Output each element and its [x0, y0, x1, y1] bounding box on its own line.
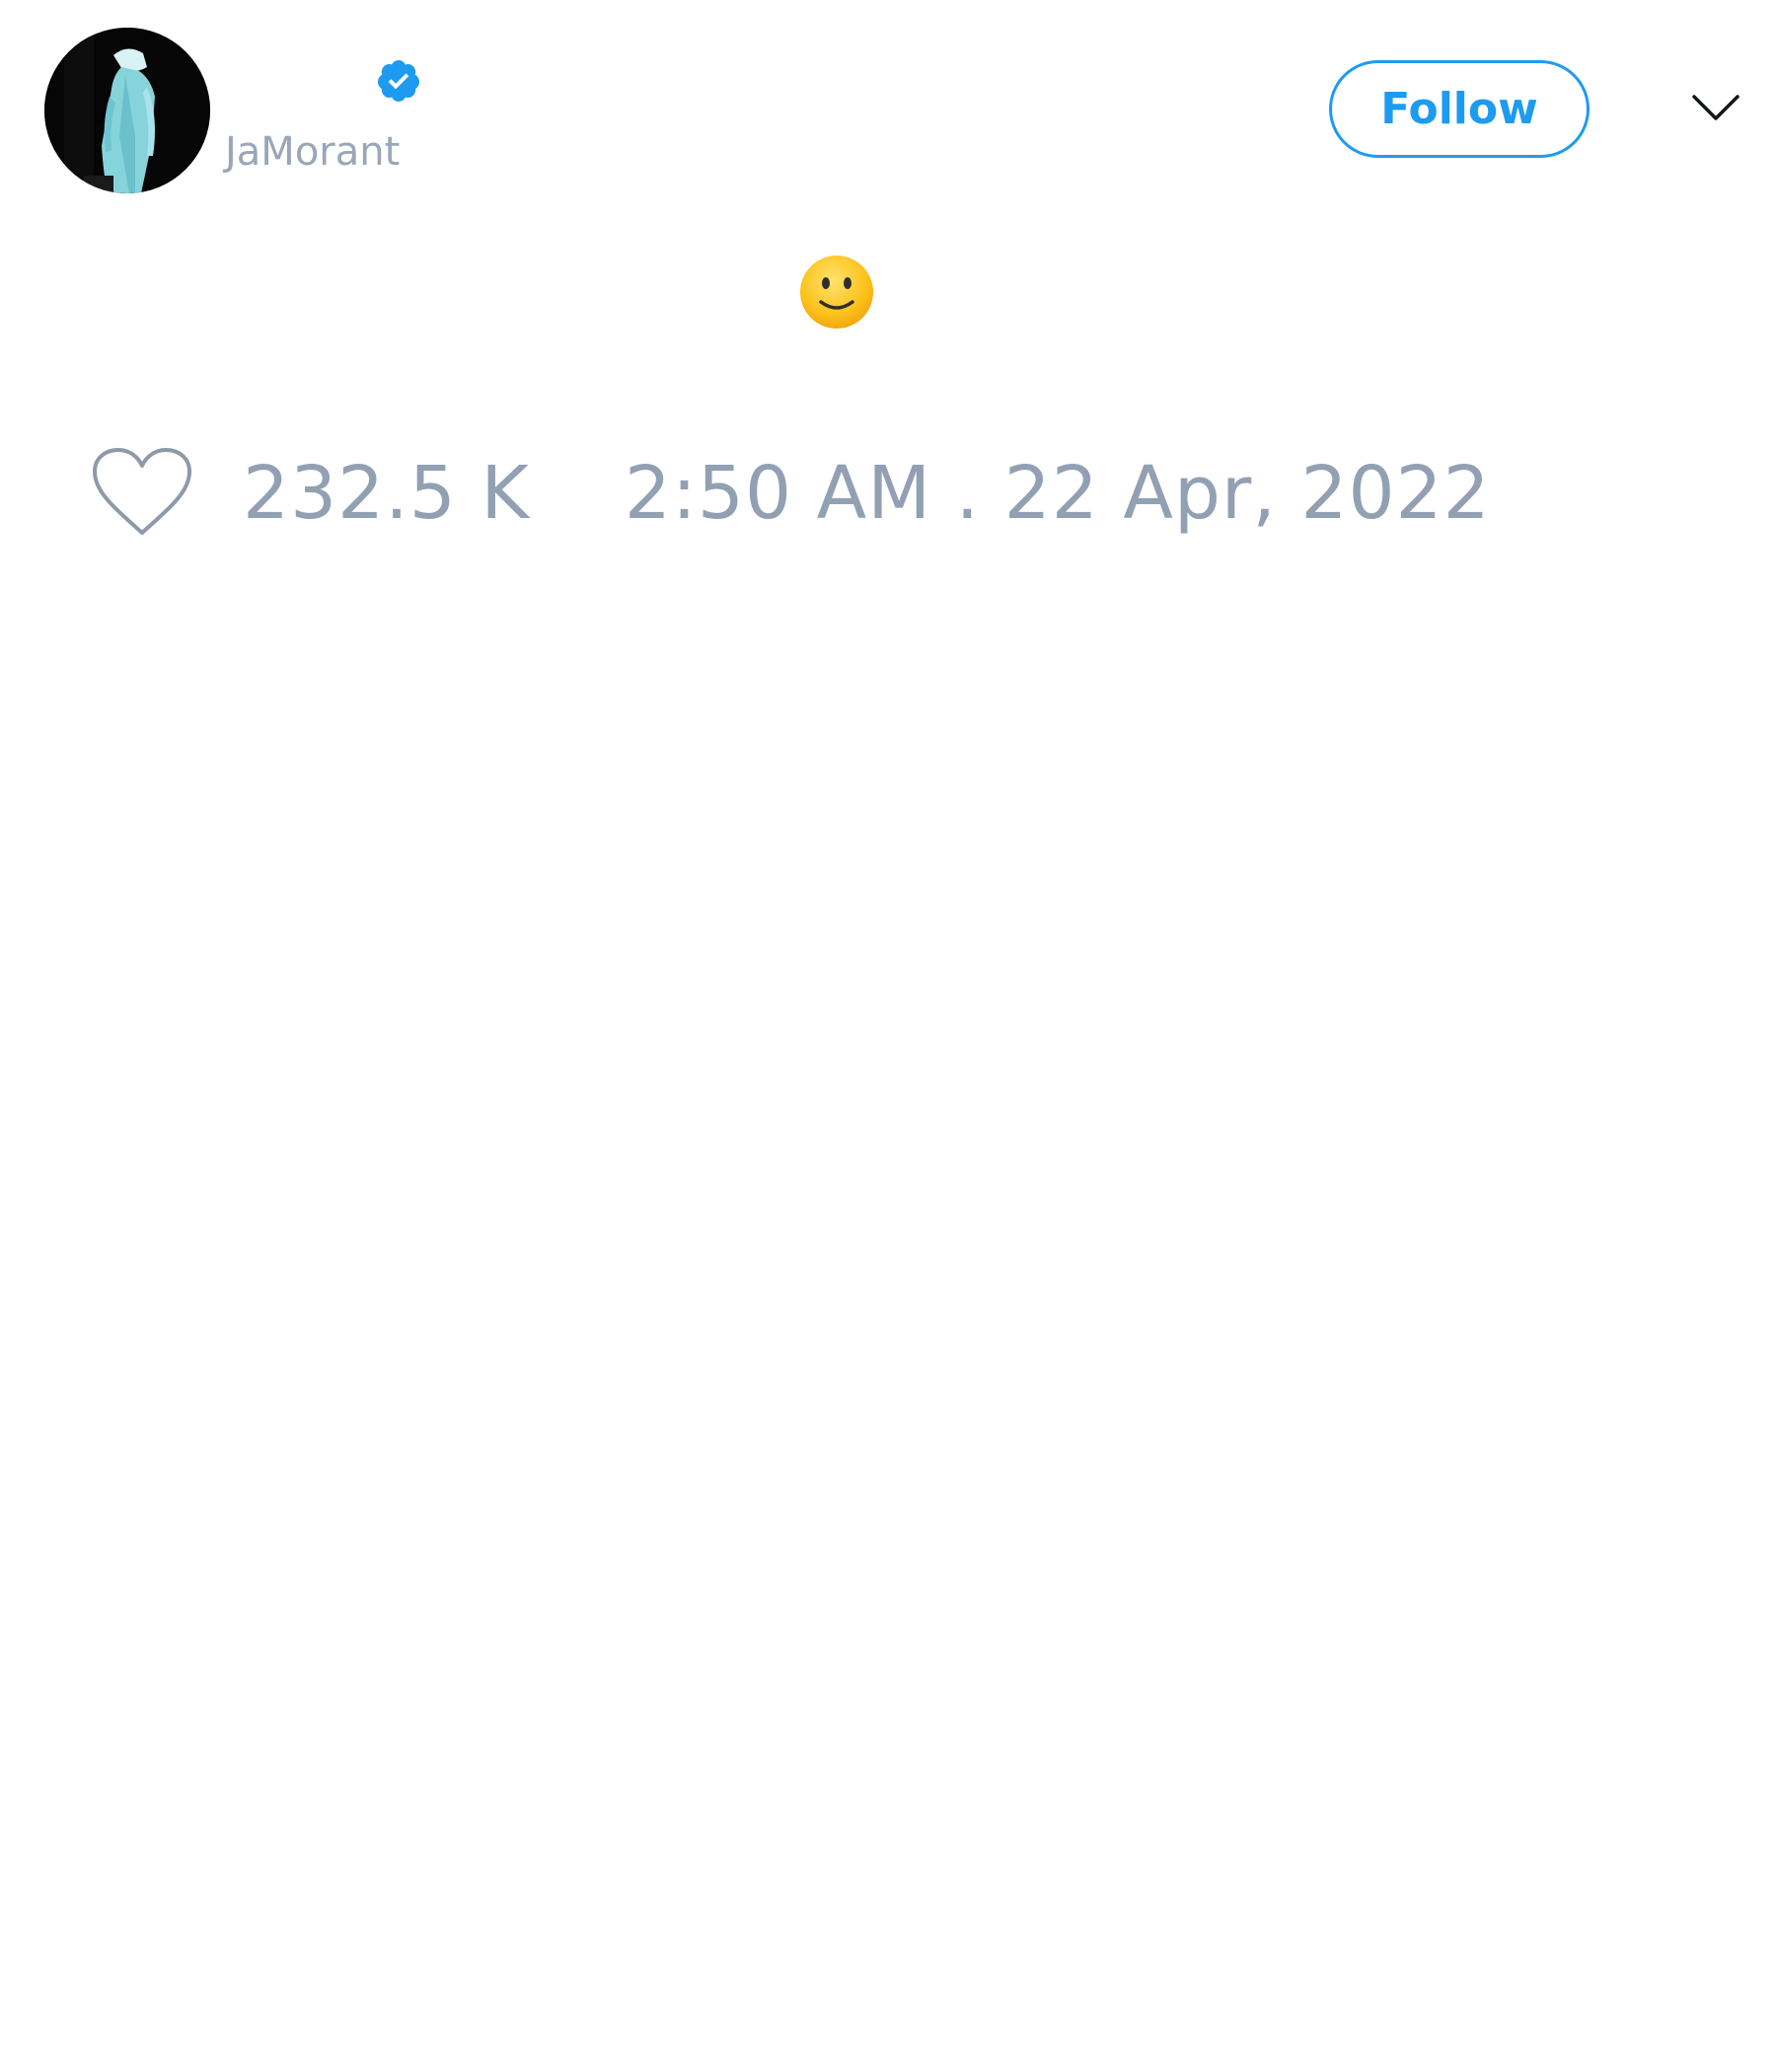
- tweet-text: [0, 242, 1673, 340]
- heart-outline-icon[interactable]: [89, 446, 195, 541]
- avatar[interactable]: [44, 28, 210, 193]
- chevron-down-icon[interactable]: [1690, 89, 1741, 128]
- verified-badge-icon: [375, 57, 422, 105]
- display-name[interactable]: [225, 61, 373, 105]
- follow-button[interactable]: Follow: [1329, 60, 1590, 158]
- like-count: 232.5 K: [243, 451, 530, 536]
- tweet-footer: 232.5 K 2:50 AM . 22 Apr, 2022: [89, 446, 1491, 541]
- slightly-smiling-face-icon: [797, 253, 876, 332]
- tweet-timestamp[interactable]: 2:50 AM . 22 Apr, 2022: [625, 446, 1491, 541]
- tweet-card: JaMorant Follow 232.5 K 2:50 AM . 22 Apr…: [0, 0, 1776, 2072]
- username[interactable]: JaMorant: [225, 126, 400, 178]
- avatar-photo: [44, 28, 210, 193]
